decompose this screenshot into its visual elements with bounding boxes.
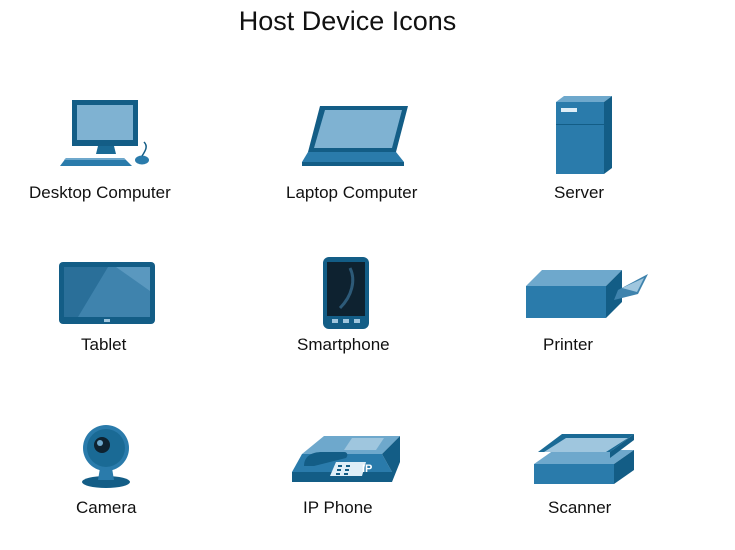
device-label: IP Phone [303, 498, 373, 517]
device-label: Server [554, 183, 605, 202]
smartphone-icon [323, 257, 369, 329]
ip-phone-icon: IP [292, 436, 400, 482]
tablet-icon [59, 262, 155, 324]
device-label: Printer [543, 335, 594, 354]
desktop-computer-icon [60, 100, 149, 166]
device-label: Tablet [81, 335, 127, 354]
device-label: Desktop Computer [29, 183, 171, 202]
device-label: Laptop Computer [286, 183, 418, 202]
scanner-icon [534, 434, 634, 484]
device-label: Camera [76, 498, 137, 517]
page-title: Host Device Icons [238, 6, 457, 36]
printer-icon [526, 270, 648, 318]
device-label: Smartphone [297, 335, 390, 354]
server-icon [556, 96, 612, 174]
device-label: Scanner [548, 498, 612, 517]
camera-icon [82, 425, 130, 488]
ip-badge: IP [362, 463, 372, 475]
laptop-computer-icon [302, 106, 408, 166]
